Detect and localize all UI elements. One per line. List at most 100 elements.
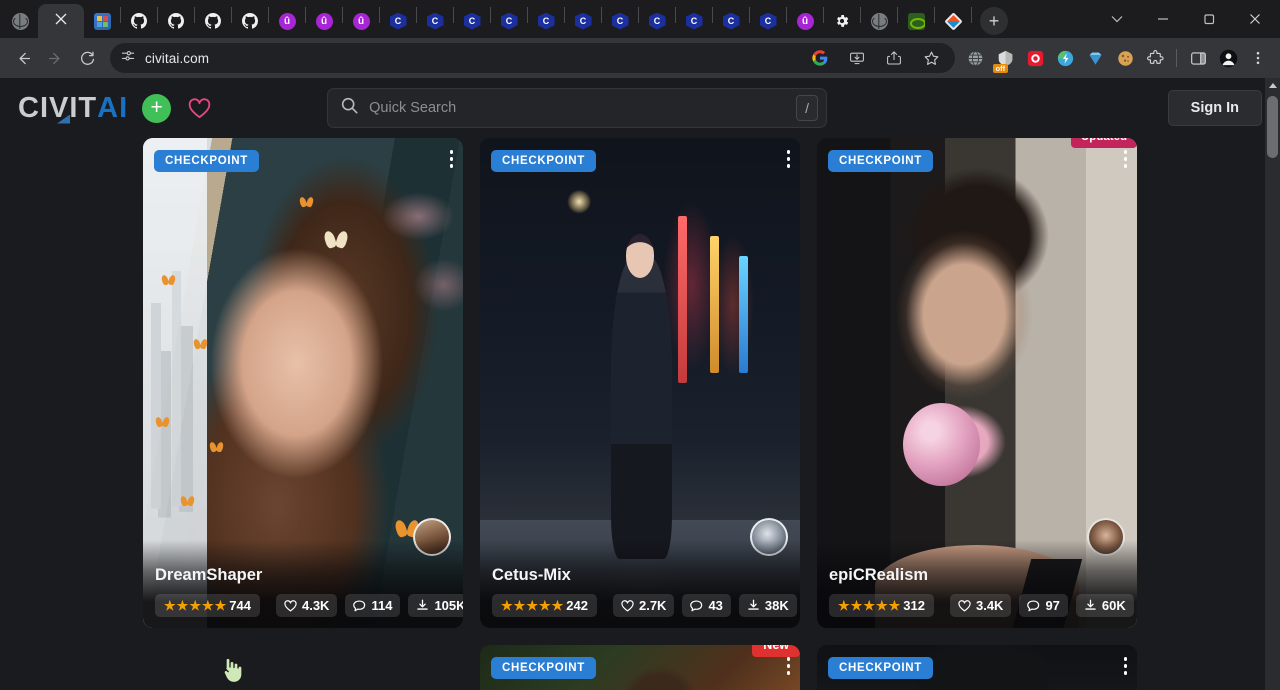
vertical-scrollbar[interactable] xyxy=(1265,78,1280,690)
model-type-badge: CHECKPOINT xyxy=(491,657,596,679)
tab-c-5[interactable]: C xyxy=(528,4,564,38)
card-menu-button[interactable] xyxy=(1124,657,1128,675)
site-settings-icon[interactable] xyxy=(120,48,136,69)
back-button[interactable] xyxy=(8,43,38,73)
likes-count: 4.3K xyxy=(302,598,329,613)
tab-u-2[interactable]: û xyxy=(306,4,342,38)
c-icon: C xyxy=(649,13,666,30)
tab-globe-2[interactable] xyxy=(861,4,897,38)
bookmark-star-icon[interactable] xyxy=(917,44,945,72)
diamond-icon xyxy=(944,12,962,30)
tab-nvidia[interactable] xyxy=(898,4,934,38)
tab-c-1[interactable]: C xyxy=(380,4,416,38)
tab-github-4[interactable] xyxy=(232,4,268,38)
star-icon: ★ xyxy=(838,599,850,612)
comment-icon xyxy=(690,600,703,612)
tab-search-button[interactable] xyxy=(1094,0,1140,38)
card-menu-button[interactable] xyxy=(787,150,791,168)
model-type-badge: CHECKPOINT xyxy=(154,150,259,172)
tab-settings[interactable] xyxy=(824,4,860,38)
comment-icon xyxy=(353,600,366,612)
c-icon: C xyxy=(723,13,740,30)
model-card[interactable]: CHECKPOINT DreamShaper ★ ★ ★ ★ ★ xyxy=(143,138,463,628)
close-window-button[interactable] xyxy=(1232,0,1278,38)
tab-c-3[interactable]: C xyxy=(454,4,490,38)
model-title: Cetus-Mix xyxy=(492,566,788,585)
sign-in-button[interactable]: Sign In xyxy=(1168,90,1262,126)
tab-c-2[interactable]: C xyxy=(417,4,453,38)
artwork-figure xyxy=(611,256,672,560)
cookie-extension-icon[interactable] xyxy=(1111,44,1139,72)
star-icon: ★ xyxy=(851,599,863,612)
card-menu-button[interactable] xyxy=(1124,150,1128,168)
model-type-badge-wrap: CHECKPOINT xyxy=(828,150,933,172)
model-card-footer: Cetus-Mix ★ ★ ★ ★ ★ 242 xyxy=(480,540,800,628)
model-stats: ★ ★ ★ ★ ★ 744 4.3K xyxy=(155,594,451,617)
tab-c-11[interactable]: C xyxy=(750,4,786,38)
google-lens-icon[interactable] xyxy=(806,44,834,72)
tab-globe[interactable] xyxy=(2,4,38,38)
butterfly-decor xyxy=(325,231,347,248)
share-icon[interactable] xyxy=(880,44,908,72)
tab-divider xyxy=(971,7,972,23)
downloads-chip: 38K xyxy=(739,594,797,617)
download-icon xyxy=(1084,599,1097,612)
profile-avatar-icon[interactable] xyxy=(1214,44,1242,72)
tab-c-9[interactable]: C xyxy=(676,4,712,38)
model-card[interactable]: CHECKPOINT New xyxy=(480,645,800,690)
butterfly-decor xyxy=(181,496,194,506)
three-dot-menu-icon[interactable] xyxy=(1244,44,1272,72)
recorder-extension-icon[interactable] xyxy=(1021,44,1049,72)
quick-search-bar[interactable]: Quick Search / xyxy=(327,88,827,128)
tab-u-4[interactable]: û xyxy=(787,4,823,38)
url-text: civitai.com xyxy=(145,51,209,66)
likes-count: 3.4K xyxy=(976,598,1003,613)
install-app-icon[interactable] xyxy=(843,44,871,72)
tab-c-6[interactable]: C xyxy=(565,4,601,38)
close-icon[interactable] xyxy=(55,12,67,30)
tab-c-4[interactable]: C xyxy=(491,4,527,38)
star-icon: ★ xyxy=(514,599,526,612)
artwork-head xyxy=(626,234,655,278)
new-tab-button[interactable]: + xyxy=(980,7,1008,35)
tab-c-10[interactable]: C xyxy=(713,4,749,38)
tab-diamond[interactable] xyxy=(935,4,971,38)
tab-store[interactable] xyxy=(84,4,120,38)
star-icon: ★ xyxy=(177,599,189,612)
speed-extension-icon[interactable] xyxy=(1051,44,1079,72)
scrollbar-thumb[interactable] xyxy=(1267,96,1278,158)
rating-count: 744 xyxy=(229,598,251,613)
side-panel-icon[interactable] xyxy=(1184,44,1212,72)
card-menu-button[interactable] xyxy=(450,150,454,168)
heart-icon xyxy=(284,600,297,612)
tab-github-1[interactable] xyxy=(121,4,157,38)
tab-github-3[interactable] xyxy=(195,4,231,38)
adblock-off-extension-icon[interactable]: off xyxy=(991,44,1019,72)
reload-button[interactable] xyxy=(72,43,102,73)
forward-button[interactable] xyxy=(40,43,70,73)
card-menu-button[interactable] xyxy=(787,657,791,675)
scroll-up-arrow-icon[interactable] xyxy=(1265,78,1280,93)
tab-github-2[interactable] xyxy=(158,4,194,38)
tab-active[interactable] xyxy=(38,4,84,38)
tab-u-1[interactable]: û xyxy=(269,4,305,38)
search-icon xyxy=(340,96,359,120)
civitai-logo[interactable]: CIVITAI xyxy=(18,94,128,123)
minimize-button[interactable] xyxy=(1140,0,1186,38)
model-card[interactable]: CHECKPOINT Updated epiCRealism ★ ★ ★ ★ xyxy=(817,138,1137,628)
globe-icon xyxy=(12,13,29,30)
tab-c-8[interactable]: C xyxy=(639,4,675,38)
tab-c-7[interactable]: C xyxy=(602,4,638,38)
extensions-puzzle-icon[interactable] xyxy=(1141,44,1169,72)
heart-icon[interactable] xyxy=(185,94,213,122)
model-card[interactable]: CHECKPOINT xyxy=(817,645,1137,690)
downloads-count: 38K xyxy=(765,598,789,613)
gem-extension-icon[interactable] xyxy=(1081,44,1109,72)
address-bar[interactable]: civitai.com xyxy=(110,43,955,73)
maximize-button[interactable] xyxy=(1186,0,1232,38)
create-button[interactable]: + xyxy=(142,94,171,123)
globe-extension-icon[interactable] xyxy=(961,44,989,72)
model-card[interactable]: CHECKPOINT Cetus-Mix ★ ★ ★ ★ ★ xyxy=(480,138,800,628)
artwork-bubble xyxy=(903,403,980,486)
tab-u-3[interactable]: û xyxy=(343,4,379,38)
